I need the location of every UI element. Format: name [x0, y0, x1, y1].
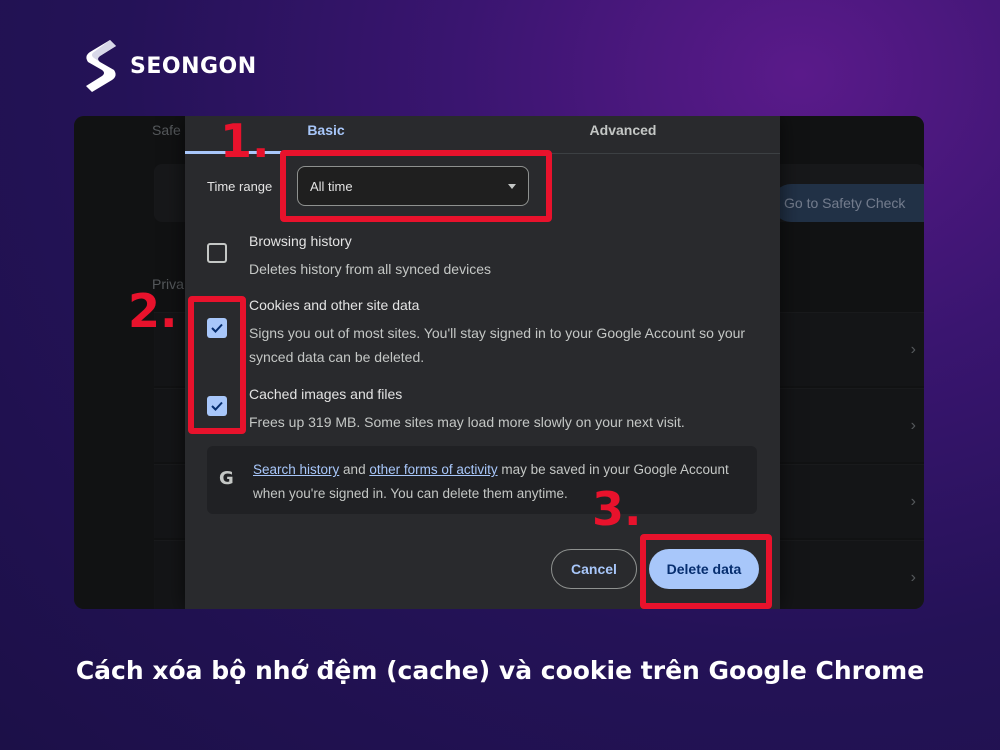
highlight-delete-button	[640, 534, 772, 609]
note-connector: and	[339, 462, 370, 477]
google-g-icon: G	[219, 468, 234, 489]
cancel-button[interactable]: Cancel	[551, 549, 637, 589]
dialog-tabs: Basic Advanced	[185, 116, 780, 154]
google-account-note: G Search history and other forms of acti…	[207, 446, 757, 514]
brand-name: SEONGON	[130, 53, 257, 79]
time-range-label: Time range	[207, 179, 273, 194]
tab-advanced[interactable]: Advanced	[523, 122, 723, 138]
step-1-label: 1.	[220, 116, 270, 168]
brand-logo: SEONGON	[80, 38, 257, 94]
step-3-label: 3.	[592, 482, 642, 536]
highlight-checkboxes	[188, 296, 246, 434]
option-title: Cached images and files	[249, 386, 403, 402]
option-title: Browsing history	[249, 233, 352, 249]
highlight-time-range	[280, 150, 552, 222]
chrome-screenshot: Safe Go to Safety Check Priva › › › › Ba…	[74, 116, 924, 609]
step-2-label: 2.	[128, 284, 178, 338]
browsing-history-checkbox[interactable]	[207, 243, 227, 263]
search-history-link[interactable]: Search history	[253, 462, 339, 477]
page-caption: Cách xóa bộ nhớ đệm (cache) và cookie tr…	[75, 656, 925, 685]
option-title: Cookies and other site data	[249, 297, 420, 313]
option-description: Frees up 319 MB. Some sites may load mor…	[249, 414, 685, 430]
option-description: Signs you out of most sites. You'll stay…	[249, 325, 746, 365]
option-description: Deletes history from all synced devices	[249, 261, 491, 277]
other-activity-link[interactable]: other forms of activity	[369, 462, 497, 477]
note-text: Search history and other forms of activi…	[253, 458, 743, 506]
seongon-s-logo-icon	[86, 40, 116, 92]
